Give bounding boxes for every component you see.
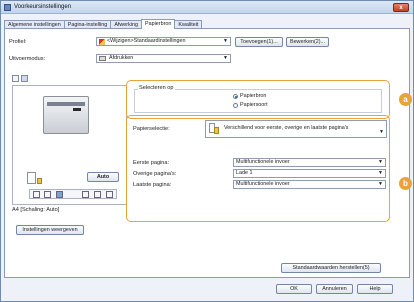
page-layout-icon (33, 191, 40, 198)
callout-b: b (399, 177, 412, 190)
title-bar: Voorkeursinstellingen x (1, 1, 413, 14)
other-pages-select[interactable]: Lade 1 ▼ (233, 169, 386, 178)
pencil-icon (99, 39, 105, 45)
profile-value: <Wijzigen>Standaardinstellingen (107, 38, 186, 44)
color-icon (82, 191, 89, 198)
output-mode-select[interactable]: Afdrukken ▼ (96, 54, 231, 63)
paper-tray-icon (214, 127, 219, 134)
first-page-label: Eerste pagina: (133, 160, 170, 166)
radio-dot-selected (233, 93, 238, 99)
tab-paper-source[interactable]: Papierbron (140, 19, 176, 29)
first-page-select[interactable]: Multifunctionele invoer ▼ (233, 158, 386, 167)
output-mode-label: Uitvoermodus: (9, 56, 46, 62)
preview-pane: Auto (12, 85, 127, 205)
paper-icon (27, 172, 36, 184)
output-mode-value: Afdrukken (109, 55, 134, 61)
cancel-button[interactable]: Annuleren (316, 284, 353, 294)
radio-paper-type[interactable]: Papiersoort (233, 102, 268, 108)
radio-paper-source-label: Papierbron (240, 93, 267, 99)
radio-paper-source[interactable]: Papierbron (233, 93, 266, 99)
chevron-down-icon: ▼ (223, 38, 228, 44)
restore-defaults-button[interactable]: Standaardwaarden herstellen(5) (281, 263, 381, 273)
paper-selection-value: Verschillend voor eerste, overige en laa… (224, 125, 349, 131)
staple-icon (56, 191, 63, 198)
view-settings-button[interactable]: Instellingen weergeven (16, 225, 84, 235)
other-pages-value: Lade 1 (236, 170, 253, 176)
paper-tray-icon (37, 178, 42, 184)
radio-dot (233, 102, 238, 108)
last-page-select[interactable]: Multifunctionele invoer ▼ (233, 180, 386, 189)
duplex-icon (44, 191, 51, 198)
gray-icon (106, 191, 113, 198)
last-page-label: Laatste pagina: (133, 182, 172, 188)
help-button[interactable]: Help (357, 284, 393, 294)
ok-button[interactable]: OK (276, 284, 312, 294)
callout-a: a (399, 93, 412, 106)
paper-source-panel: Profiel: <Wijzigen>Standaardinstellingen… (4, 28, 412, 278)
profile-label: Profiel: (9, 39, 27, 45)
preview-page-icon[interactable] (12, 75, 19, 82)
add-profile-button[interactable]: Toevoegen(1)... (235, 37, 283, 47)
preview-icon-row (29, 189, 117, 199)
auto-button[interactable]: Auto (87, 172, 119, 182)
chevron-down-icon: ▼ (379, 129, 384, 135)
printer-app-icon (4, 4, 11, 11)
printer-display (73, 108, 81, 111)
select-on-legend: Selecteren op (138, 85, 175, 91)
edit-profile-button[interactable]: Bewerken(2)... (286, 37, 329, 47)
paper-selection-select[interactable]: Verschillend voor eerste, overige en laa… (205, 120, 387, 138)
printer-icon (99, 56, 106, 61)
preview-settings-icon[interactable] (21, 75, 28, 82)
chevron-down-icon: ▼ (378, 159, 383, 165)
chevron-down-icon: ▼ (378, 181, 383, 187)
profile-select[interactable]: <Wijzigen>Standaardinstellingen ▼ (96, 37, 231, 46)
other-pages-label: Overige pagina's: (133, 171, 177, 177)
chevron-down-icon: ▼ (223, 55, 228, 61)
preferences-window: Voorkeursinstellingen x Algemene instell… (0, 0, 414, 302)
first-page-value: Multifunctionele invoer (236, 159, 290, 165)
radio-paper-type-label: Papiersoort (240, 102, 268, 108)
preview-status: A4 [Schaling: Auto] (12, 207, 60, 213)
paper-selection-label: Papierselectie: (133, 126, 170, 132)
last-page-value: Multifunctionele invoer (236, 181, 290, 187)
chevron-down-icon: ▼ (378, 170, 383, 176)
booklet-icon (94, 191, 101, 198)
printer-panel (47, 102, 85, 106)
window-title: Voorkeursinstellingen (14, 4, 72, 10)
close-button[interactable]: x (393, 3, 409, 12)
